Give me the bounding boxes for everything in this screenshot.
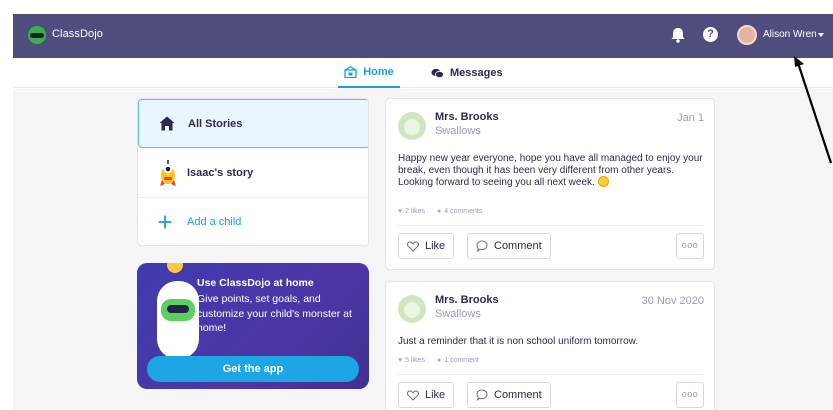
home-icon [159, 116, 175, 131]
post-date: 30 Nov 2020 [641, 295, 704, 307]
chat-bubbles-icon [431, 68, 444, 78]
comment-button[interactable]: Comment [467, 382, 551, 408]
main-content: All Stories Isaac's story Add a child Us… [13, 89, 833, 410]
promo-card: Use ClassDojo at home Give points, set g… [137, 263, 369, 389]
sidebar-item-isaac[interactable]: Isaac's story [138, 148, 368, 197]
teacher-avatar[interactable] [398, 112, 426, 140]
tab-home-label: Home [363, 66, 394, 78]
story-post: Mrs. Brooks Swallows Jan 1 Happy new yea… [385, 98, 715, 270]
post-class[interactable]: Swallows [435, 308, 481, 320]
screenshot-frame: ClassDojo ? Alison Wren Home Messages Al… [0, 0, 833, 410]
heart-outline-icon [407, 389, 419, 401]
get-the-app-button[interactable]: Get the app [147, 356, 359, 382]
user-name[interactable]: Alison Wren [763, 29, 817, 40]
likes-count[interactable]: ♥ 5 likes [398, 357, 425, 364]
classdojo-logo-icon[interactable] [28, 26, 46, 44]
user-avatar[interactable] [737, 25, 757, 45]
divider [398, 225, 703, 226]
like-button[interactable]: Like [398, 382, 455, 408]
annotation-arrow-icon [794, 56, 833, 164]
promo-title: Use ClassDojo at home [197, 277, 314, 289]
post-date: Jan 1 [677, 112, 704, 124]
tab-bar: Home Messages [13, 58, 833, 88]
comment-bubble-icon: ● [437, 357, 442, 364]
comment-label: Comment [494, 240, 542, 252]
teacher-avatar[interactable] [398, 295, 426, 323]
home-tab-icon [344, 66, 358, 78]
plus-icon [158, 215, 172, 229]
comment-label: Comment [494, 389, 542, 401]
more-options-button[interactable]: ooo [676, 382, 704, 408]
brand-name[interactable]: ClassDojo [52, 28, 103, 40]
sidebar-item-label: All Stories [188, 117, 243, 130]
chevron-down-icon[interactable] [818, 33, 824, 37]
comment-button[interactable]: Comment [467, 233, 551, 259]
top-navbar: ClassDojo ? Alison Wren [13, 14, 833, 58]
sidebar-item-label: Add a child [187, 216, 242, 228]
like-label: Like [425, 240, 446, 252]
story-post: Mrs. Brooks Swallows 30 Nov 2020 Just a … [385, 281, 715, 410]
post-class[interactable]: Swallows [435, 125, 481, 137]
monster-avatar-icon [160, 160, 176, 186]
comments-count[interactable]: ● 1 comment [437, 357, 479, 364]
comments-count[interactable]: ● 4 comments [437, 208, 482, 215]
likes-count[interactable]: ♥ 2 likes [398, 208, 425, 215]
more-options-button[interactable]: ooo [676, 233, 704, 259]
post-author[interactable]: Mrs. Brooks [435, 294, 499, 306]
monster-mouth [167, 305, 189, 313]
tab-messages[interactable]: Messages [431, 58, 503, 88]
like-label: Like [425, 389, 446, 401]
tab-home[interactable]: Home [338, 58, 400, 88]
promo-body: Give points, set goals, and customize yo… [197, 293, 352, 334]
comment-outline-icon [476, 389, 488, 401]
comments-count-label: 1 comment [444, 357, 479, 364]
likes-count-label: 2 likes [405, 208, 425, 215]
comments-count-label: 4 comments [444, 208, 483, 215]
divider [398, 374, 703, 375]
post-text: Happy new year everyone, hope you have a… [398, 153, 703, 189]
comment-bubble-icon: ● [437, 208, 442, 215]
likes-count-label: 5 likes [405, 357, 425, 364]
tab-messages-label: Messages [450, 67, 503, 79]
post-text-content: Happy new year everyone, hope you have a… [398, 153, 703, 188]
sidebar-item-label: Isaac's story [187, 166, 254, 179]
post-stats: ♥ 2 likes ● 4 comments [398, 208, 482, 215]
heart-outline-icon [407, 240, 419, 252]
post-text-content: Just a reminder that it is non school un… [398, 336, 639, 347]
help-icon[interactable]: ? [703, 27, 718, 42]
post-author[interactable]: Mrs. Brooks [435, 111, 499, 123]
post-text: Just a reminder that it is non school un… [398, 336, 703, 348]
heart-icon: ♥ [398, 357, 403, 364]
sidebar-item-all-stories[interactable]: All Stories [138, 99, 368, 148]
heart-icon: ♥ [398, 208, 403, 215]
bell-icon[interactable] [668, 25, 688, 45]
sidebar-item-add-child[interactable]: Add a child [138, 197, 368, 245]
post-stats: ♥ 5 likes ● 1 comment [398, 357, 479, 364]
star-decoration-icon [167, 263, 183, 273]
smiley-emoji-icon [597, 176, 609, 187]
comment-outline-icon [476, 240, 488, 252]
like-button[interactable]: Like [398, 233, 455, 259]
story-list: All Stories Isaac's story Add a child [137, 98, 369, 246]
